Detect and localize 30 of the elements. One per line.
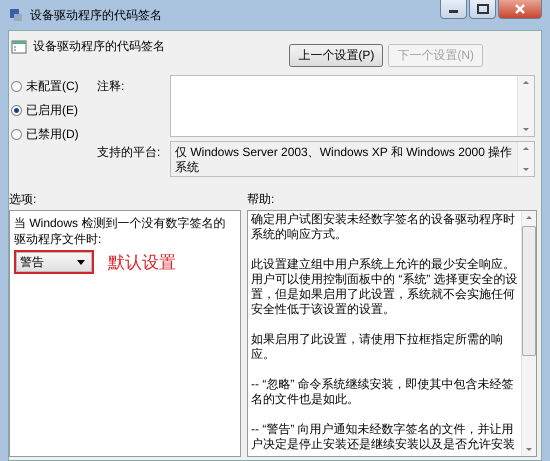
- comment-field[interactable]: [170, 75, 535, 137]
- close-icon: [514, 3, 526, 15]
- maximize-button[interactable]: [469, 0, 496, 19]
- help-paragraph: -- “忽略” 命令系统继续安装，即使其中包含未经签名的文件也是如此。: [251, 377, 515, 407]
- window-title: 设备驱动程序的代码签名: [30, 6, 162, 24]
- setting-icon: [11, 38, 27, 54]
- scrollbar[interactable]: [517, 142, 534, 176]
- caret-icon: [77, 260, 85, 264]
- state-radio[interactable]: 已禁用(D): [11, 126, 97, 142]
- platform-field: 仅 Windows Server 2003、Windows XP 和 Windows 2000 操作系统: [170, 141, 535, 177]
- option-dropdown[interactable]: 警告: [16, 252, 92, 272]
- minimize-button[interactable]: [440, 0, 467, 19]
- help-paragraph: 如果启用了此设置，请使用下拉框指定所需的响应。: [251, 332, 504, 362]
- help-paragraph: 此设置建立组中用户系统上允许的最少安全响应。用户可以使用控制面板中的 “系统” 选择更安全的设置，但是如果启用了此设置，系统就不会实施任何安全性低于该设置的设置。: [251, 257, 519, 317]
- options-prompt: 当 Windows 检测到一个没有数字签名的驱动程序文件时:: [14, 215, 226, 247]
- nav-button[interactable]: 上一个设置(P): [289, 44, 384, 67]
- state-radio[interactable]: 已启用(E): [11, 102, 97, 118]
- state-radio[interactable]: 未配置(C): [11, 78, 97, 94]
- help-label: 帮助:: [247, 191, 276, 208]
- help-paragraph: 确定用户试图安装未经数字签名的设备驱动程序时系统的响应方式。: [251, 212, 516, 242]
- close-button[interactable]: [498, 0, 542, 19]
- setting-title: 设备驱动程序的代码签名: [33, 38, 165, 55]
- comment-label: 注释:: [97, 78, 126, 95]
- platform-label: 支持的平台:: [97, 144, 162, 161]
- policy-icon: [8, 7, 24, 23]
- help-paragraph: -- “警告” 向用户通知未经数字签名的文件，并让用户决定是停止安装还是继续安装以及是否允许安装: [251, 422, 516, 452]
- options-label: 选项:: [9, 191, 38, 208]
- annotation-text: 默认设置: [108, 252, 176, 274]
- scrollbar[interactable]: [521, 211, 536, 456]
- scrollbar[interactable]: [517, 76, 534, 136]
